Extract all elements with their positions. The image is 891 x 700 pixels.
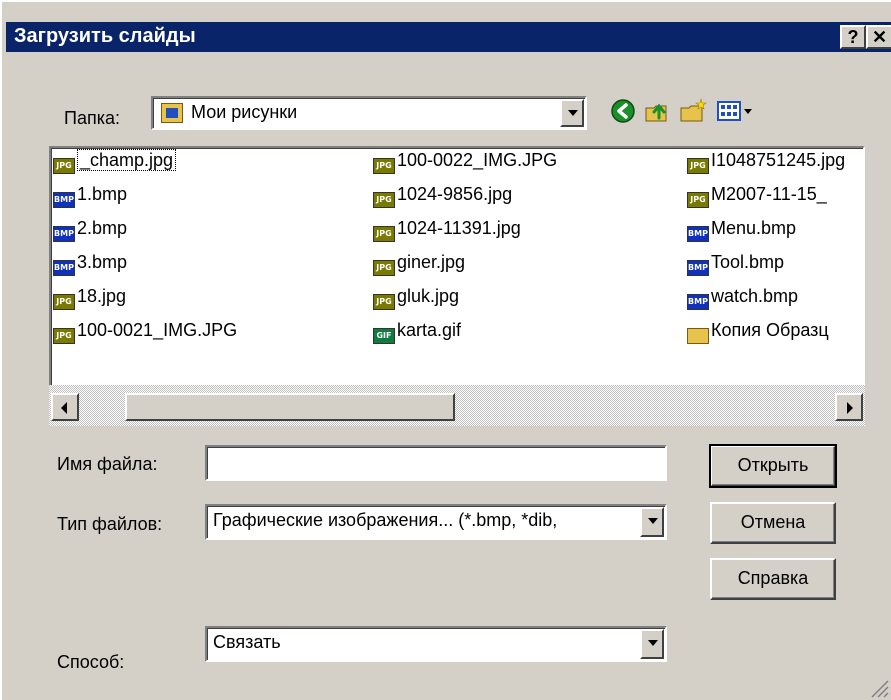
- file-name: 3.bmp: [77, 252, 128, 272]
- bmp-file-icon: BMP: [53, 226, 75, 242]
- up-folder-icon[interactable]: [642, 96, 672, 126]
- new-folder-icon[interactable]: [678, 96, 708, 126]
- jpg-file-icon: JPG: [687, 192, 709, 208]
- jpg-file-icon: JPG: [687, 158, 709, 174]
- help-title-button[interactable]: ?: [840, 25, 866, 49]
- folder-icon: folder: [687, 328, 709, 344]
- jpg-file-icon: JPG: [53, 158, 75, 174]
- method-combo[interactable]: Связать: [205, 626, 667, 662]
- method-label: Способ:: [57, 652, 125, 672]
- bmp-file-icon: BMP: [53, 192, 75, 208]
- folder-dropdown-button[interactable]: [560, 99, 584, 127]
- file-list-item[interactable]: JPG 100-0021_IMG.JPG: [53, 320, 237, 346]
- method-dropdown-button[interactable]: [640, 629, 664, 659]
- folder-label: Папка:: [64, 108, 120, 129]
- file-name: M2007-11-15_: [711, 184, 827, 204]
- file-list-item[interactable]: BMP 3.bmp: [53, 252, 127, 278]
- file-name: I1048751245.jpg: [711, 150, 846, 170]
- bmp-file-icon: BMP: [53, 260, 75, 276]
- jpg-file-icon: JPG: [53, 294, 75, 310]
- file-list-item[interactable]: BMP watch.bmp: [687, 286, 798, 312]
- scroll-thumb[interactable]: [125, 393, 455, 421]
- file-list-item[interactable]: BMP 1.bmp: [53, 184, 127, 210]
- file-name: 1.bmp: [77, 184, 128, 204]
- folder-icon: [161, 103, 183, 123]
- file-list-item[interactable]: JPG _champ.jpg: [53, 149, 177, 176]
- file-list-item[interactable]: JPG 18.jpg: [53, 286, 126, 312]
- file-name: 100-0022_IMG.JPG: [397, 150, 558, 170]
- title-bar: Загрузить слайды ? ✕: [6, 22, 891, 52]
- file-list-item[interactable]: GIF karta.gif: [373, 320, 461, 346]
- help-button[interactable]: Справка: [710, 558, 836, 600]
- jpg-file-icon: JPG: [373, 260, 395, 276]
- folder-value: Мои рисунки: [191, 102, 298, 122]
- folder-combo[interactable]: Мои рисунки: [151, 96, 587, 130]
- file-list-item[interactable]: JPG 1024-9856.jpg: [373, 184, 512, 210]
- file-name: 1024-9856.jpg: [397, 184, 513, 204]
- gif-file-icon: GIF: [373, 328, 395, 344]
- file-name: karta.gif: [397, 320, 462, 340]
- cancel-button[interactable]: Отмена: [710, 502, 836, 544]
- resize-grip-icon[interactable]: [867, 676, 889, 698]
- open-button[interactable]: Открыть: [709, 444, 837, 488]
- scroll-left-button[interactable]: [51, 393, 79, 421]
- file-list-item[interactable]: BMP Tool.bmp: [687, 252, 784, 278]
- file-name: 18.jpg: [77, 286, 127, 306]
- file-list-item[interactable]: JPG giner.jpg: [373, 252, 465, 278]
- file-name: giner.jpg: [397, 252, 466, 272]
- view-menu-icon[interactable]: [714, 96, 760, 126]
- jpg-file-icon: JPG: [373, 192, 395, 208]
- file-name: watch.bmp: [711, 286, 799, 306]
- back-icon[interactable]: [608, 96, 638, 126]
- bmp-file-icon: BMP: [687, 260, 709, 276]
- bmp-file-icon: BMP: [687, 294, 709, 310]
- jpg-file-icon: JPG: [373, 158, 395, 174]
- jpg-file-icon: JPG: [373, 226, 395, 242]
- file-list-item[interactable]: BMP 2.bmp: [53, 218, 127, 244]
- file-list-item[interactable]: JPG 1024-11391.jpg: [373, 218, 521, 244]
- horizontal-scrollbar[interactable]: [49, 385, 865, 426]
- scroll-right-button[interactable]: [835, 393, 863, 421]
- file-list[interactable]: JPG _champ.jpg BMP 1.bmp BMP 2.bmp BMP 3.bmp JPG…: [49, 146, 865, 426]
- filetype-dropdown-button[interactable]: [640, 507, 664, 537]
- method-value: Связать: [213, 632, 281, 652]
- file-list-item[interactable]: folderКопия Образц: [687, 320, 829, 346]
- folder-label-text: Папка:: [64, 108, 120, 128]
- file-name: Tool.bmp: [711, 252, 785, 272]
- load-slides-dialog: Загрузить слайды ? ✕ Папка: Мои рисунки: [0, 0, 891, 700]
- filetype-label: Тип файлов:: [57, 514, 163, 534]
- dialog-title: Загрузить слайды: [14, 25, 196, 47]
- file-name: 100-0021_IMG.JPG: [77, 320, 238, 340]
- jpg-file-icon: JPG: [53, 328, 75, 344]
- filetype-value: Графические изображения... (*.bmp, *dib,: [213, 510, 558, 530]
- filename-label: Имя файла:: [57, 454, 158, 474]
- file-list-item[interactable]: JPG 100-0022_IMG.JPG: [373, 150, 557, 176]
- file-name: Menu.bmp: [711, 218, 797, 238]
- file-list-item[interactable]: BMP Menu.bmp: [687, 218, 796, 244]
- close-button[interactable]: ✕: [866, 25, 891, 49]
- file-name: 2.bmp: [77, 218, 128, 238]
- jpg-file-icon: JPG: [373, 294, 395, 310]
- file-list-item[interactable]: JPG I1048751245.jpg: [687, 150, 845, 176]
- bmp-file-icon: BMP: [687, 226, 709, 242]
- file-list-item[interactable]: JPG M2007-11-15_: [687, 184, 827, 210]
- file-list-item[interactable]: JPG gluk.jpg: [373, 286, 459, 312]
- file-name: _champ.jpg: [77, 149, 177, 171]
- filename-input[interactable]: [205, 445, 667, 481]
- filetype-combo[interactable]: Графические изображения... (*.bmp, *dib,: [205, 504, 667, 540]
- file-name: Копия Образц: [711, 320, 829, 340]
- file-name: gluk.jpg: [397, 286, 460, 306]
- file-name: 1024-11391.jpg: [397, 218, 521, 238]
